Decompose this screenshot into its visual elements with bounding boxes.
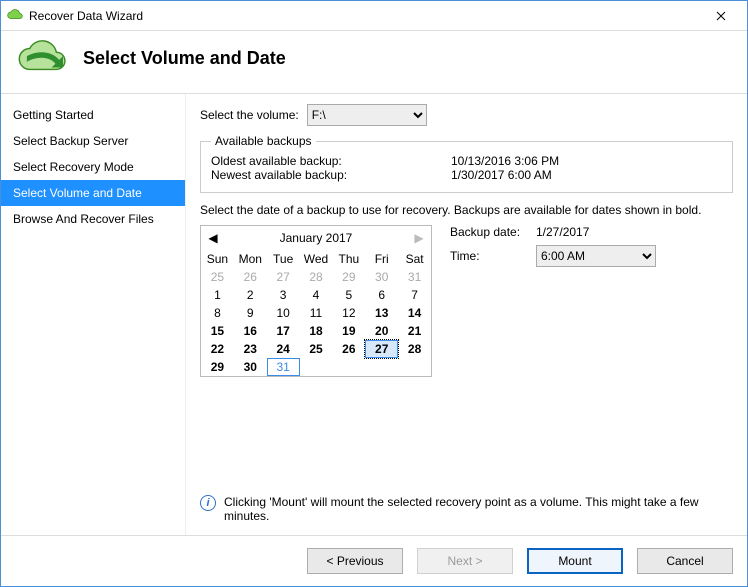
calendar-day[interactable]: 20 xyxy=(365,322,398,340)
calendar-day[interactable]: 30 xyxy=(234,358,267,376)
calendar-day[interactable]: 22 xyxy=(201,340,234,358)
calendar-day[interactable]: 15 xyxy=(201,322,234,340)
app-icon xyxy=(7,8,23,24)
calendar-day[interactable]: 31 xyxy=(267,358,300,376)
info-icon: i xyxy=(200,495,216,511)
newest-backup-value: 1/30/2017 6:00 AM xyxy=(451,168,552,182)
calendar-dow: Tue xyxy=(267,250,300,268)
calendar-day xyxy=(300,358,333,376)
calendar-day[interactable]: 24 xyxy=(267,340,300,358)
calendar-dow: Thu xyxy=(332,250,365,268)
sidebar-step-1[interactable]: Select Backup Server xyxy=(1,128,185,154)
calendar-day[interactable]: 23 xyxy=(234,340,267,358)
sidebar-step-3[interactable]: Select Volume and Date xyxy=(1,180,185,206)
calendar-day[interactable]: 30 xyxy=(365,268,398,286)
calendar-day[interactable]: 19 xyxy=(332,322,365,340)
calendar-month-title: January 2017 xyxy=(280,231,353,245)
calendar-day[interactable]: 26 xyxy=(234,268,267,286)
calendar-day[interactable]: 5 xyxy=(332,286,365,304)
oldest-backup-value: 10/13/2016 3:06 PM xyxy=(451,154,559,168)
volume-select[interactable]: F:\ xyxy=(307,104,427,126)
calendar-day xyxy=(398,358,431,376)
available-backups-legend: Available backups xyxy=(211,134,316,148)
cloud-restore-icon xyxy=(15,39,73,77)
header: Select Volume and Date xyxy=(1,31,747,93)
available-backups-group: Available backups Oldest available backu… xyxy=(200,134,733,193)
calendar-dow: Wed xyxy=(300,250,333,268)
mount-note: i Clicking 'Mount' will mount the select… xyxy=(200,487,733,535)
mount-note-text: Clicking 'Mount' will mount the selected… xyxy=(224,495,733,523)
next-button: Next > xyxy=(417,548,513,574)
calendar-day[interactable]: 17 xyxy=(267,322,300,340)
calendar-dow: Fri xyxy=(365,250,398,268)
calendar-day[interactable]: 1 xyxy=(201,286,234,304)
calendar-day[interactable]: 29 xyxy=(201,358,234,376)
calendar-day[interactable]: 13 xyxy=(365,304,398,322)
calendar-dow: Mon xyxy=(234,250,267,268)
window-title: Recover Data Wizard xyxy=(29,9,143,23)
calendar-day[interactable]: 25 xyxy=(300,340,333,358)
calendar-day[interactable]: 27 xyxy=(267,268,300,286)
calendar-day[interactable]: 2 xyxy=(234,286,267,304)
calendar-prev-month[interactable]: ◀ xyxy=(203,226,223,250)
calendar-day[interactable]: 7 xyxy=(398,286,431,304)
instruction-text: Select the date of a backup to use for r… xyxy=(200,203,733,217)
calendar-day[interactable]: 25 xyxy=(201,268,234,286)
calendar-next-month[interactable]: ▶ xyxy=(409,226,429,250)
backup-date-label: Backup date: xyxy=(450,225,536,239)
wizard-window: Recover Data Wizard Select Volume and Da… xyxy=(0,0,748,587)
cancel-button[interactable]: Cancel xyxy=(637,548,733,574)
footer: < Previous Next > Mount Cancel xyxy=(1,535,747,586)
calendar-day[interactable]: 9 xyxy=(234,304,267,322)
calendar-day[interactable]: 29 xyxy=(332,268,365,286)
calendar-day[interactable]: 31 xyxy=(398,268,431,286)
calendar-day[interactable]: 16 xyxy=(234,322,267,340)
backup-date-value: 1/27/2017 xyxy=(536,225,589,239)
calendar-day[interactable]: 28 xyxy=(300,268,333,286)
wizard-steps-sidebar: Getting StartedSelect Backup ServerSelec… xyxy=(1,94,186,535)
time-select[interactable]: 6:00 AM xyxy=(536,245,656,267)
calendar-day xyxy=(365,358,398,376)
sidebar-step-4[interactable]: Browse And Recover Files xyxy=(1,206,185,232)
page-title: Select Volume and Date xyxy=(83,48,286,69)
calendar-day[interactable]: 10 xyxy=(267,304,300,322)
calendar-day[interactable]: 11 xyxy=(300,304,333,322)
main-panel: Select the volume: F:\ Available backups… xyxy=(186,94,747,535)
calendar-day[interactable]: 4 xyxy=(300,286,333,304)
calendar-day[interactable]: 28 xyxy=(398,340,431,358)
close-icon xyxy=(716,11,726,21)
calendar-day[interactable]: 21 xyxy=(398,322,431,340)
calendar-day[interactable]: 26 xyxy=(332,340,365,358)
calendar-day[interactable]: 14 xyxy=(398,304,431,322)
calendar-day[interactable]: 6 xyxy=(365,286,398,304)
calendar-day[interactable]: 12 xyxy=(332,304,365,322)
close-button[interactable] xyxy=(701,2,741,30)
sidebar-step-0[interactable]: Getting Started xyxy=(1,102,185,128)
calendar-dow: Sun xyxy=(201,250,234,268)
time-label: Time: xyxy=(450,249,536,263)
calendar[interactable]: ◀ January 2017 ▶ SunMonTueWedThuFriSat 2… xyxy=(200,225,432,377)
calendar-day[interactable]: 3 xyxy=(267,286,300,304)
calendar-day[interactable]: 8 xyxy=(201,304,234,322)
newest-backup-label: Newest available backup: xyxy=(211,168,451,182)
volume-label: Select the volume: xyxy=(200,108,299,122)
previous-button[interactable]: < Previous xyxy=(307,548,403,574)
calendar-day[interactable]: 18 xyxy=(300,322,333,340)
titlebar: Recover Data Wizard xyxy=(1,1,747,31)
calendar-dow: Sat xyxy=(398,250,431,268)
mount-button[interactable]: Mount xyxy=(527,548,623,574)
sidebar-step-2[interactable]: Select Recovery Mode xyxy=(1,154,185,180)
calendar-day[interactable]: 27 xyxy=(365,340,398,358)
calendar-day xyxy=(332,358,365,376)
date-time-panel: Backup date: 1/27/2017 Time: 6:00 AM xyxy=(450,225,733,377)
oldest-backup-label: Oldest available backup: xyxy=(211,154,451,168)
